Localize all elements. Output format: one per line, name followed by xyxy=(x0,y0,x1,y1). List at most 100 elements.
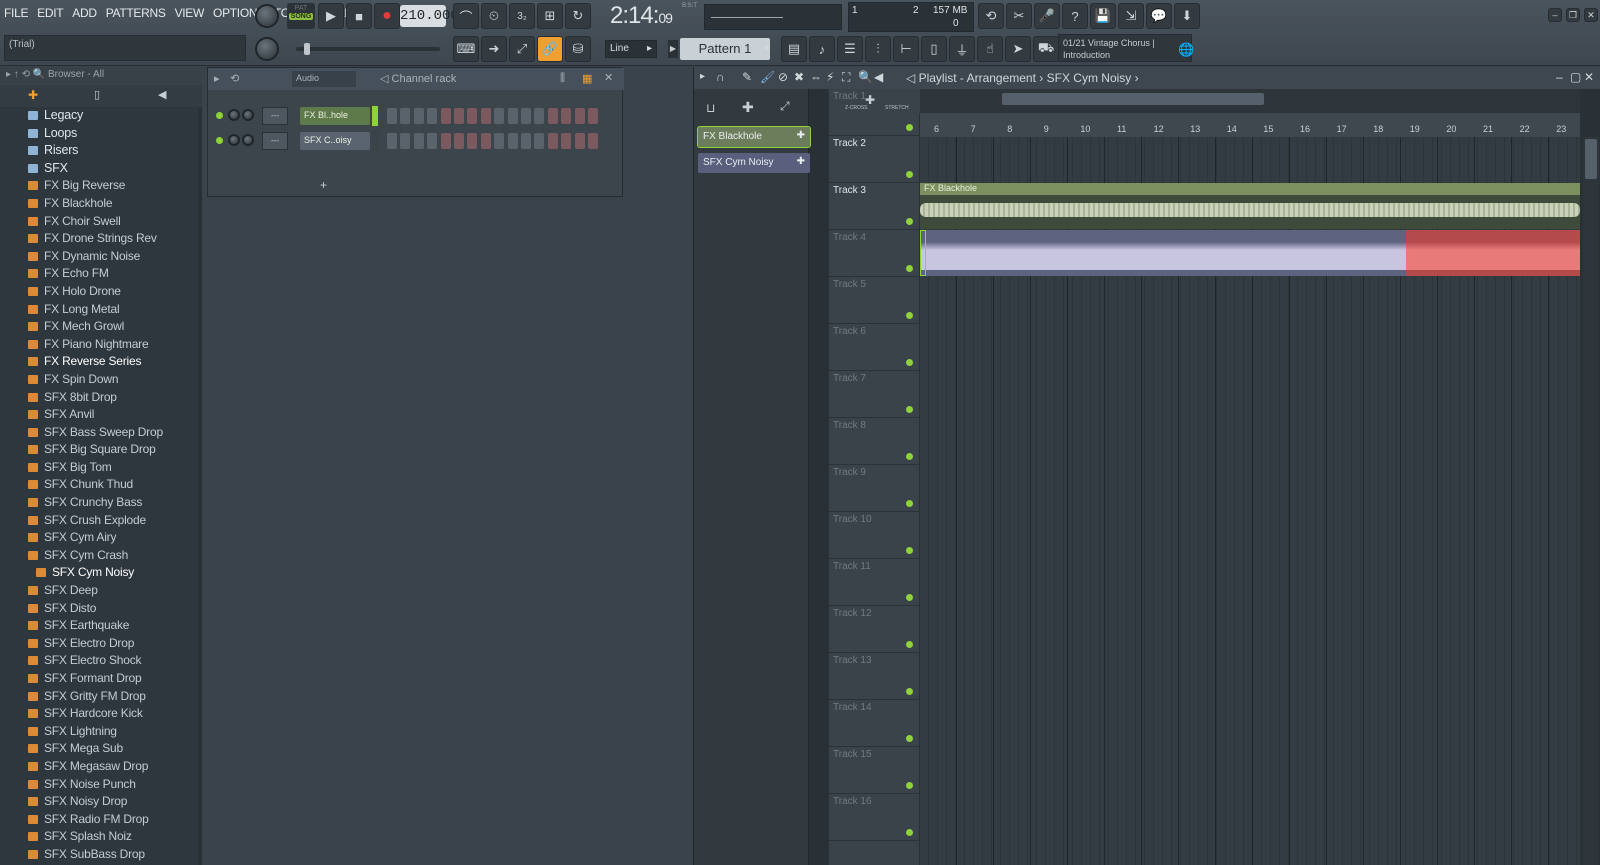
mute-icon[interactable]: ✖ xyxy=(794,70,804,84)
browser-item[interactable]: FX Long Metal xyxy=(0,301,202,319)
track-mute-led[interactable] xyxy=(906,641,913,648)
track-mute-led[interactable] xyxy=(906,218,913,225)
browser-item[interactable]: SFX Crush Explode xyxy=(0,512,202,530)
track-header[interactable]: Track 8 xyxy=(829,418,919,465)
track-mute-led[interactable] xyxy=(906,735,913,742)
select-icon[interactable]: ⛶ xyxy=(842,70,850,85)
track-mute-led[interactable] xyxy=(906,124,913,131)
step-button[interactable] xyxy=(440,108,451,124)
playback-icon[interactable]: ◀ xyxy=(874,70,883,84)
browser-item[interactable]: FX Dynamic Noise xyxy=(0,248,202,266)
browser-item[interactable]: SFX Cym Airy xyxy=(0,529,202,547)
step-button[interactable] xyxy=(561,108,572,124)
pencil-icon[interactable]: ✎ xyxy=(742,70,752,84)
channel-select-indicator[interactable] xyxy=(372,106,378,126)
channel-led[interactable] xyxy=(216,137,223,144)
track-header[interactable]: Track 16 xyxy=(829,794,919,841)
pattern-picker-item[interactable]: FX Blackhole ✚ xyxy=(697,126,811,148)
track-mute-led[interactable] xyxy=(906,453,913,460)
browser-item[interactable]: SFX SubBass Drop xyxy=(0,846,202,864)
maximize-icon[interactable]: ❐ xyxy=(1566,8,1580,22)
track-header[interactable]: Track 6 xyxy=(829,324,919,371)
graph-icon[interactable]: ⫼ xyxy=(560,72,565,85)
track-header[interactable]: Track 4 xyxy=(829,230,919,277)
step-button[interactable] xyxy=(427,108,438,124)
channel-volume-knob[interactable] xyxy=(242,134,254,146)
vertical-scrollbar[interactable] xyxy=(1583,137,1599,865)
browser-folder[interactable]: SFX xyxy=(0,160,202,178)
minimize-icon[interactable]: – xyxy=(1548,8,1562,22)
metronome-button[interactable]: ⌒ xyxy=(453,3,479,29)
picker-pattern-icon[interactable]: ⊔ xyxy=(706,101,715,115)
browser-item[interactable]: SFX Bass Sweep Drop xyxy=(0,424,202,442)
step-button[interactable] xyxy=(454,133,464,149)
slide-tool-button[interactable]: ⤢ xyxy=(509,36,535,62)
plugin-button[interactable]: ⏚ xyxy=(949,36,975,62)
browser-item[interactable]: SFX Lightning xyxy=(0,723,202,741)
step-button[interactable] xyxy=(480,133,491,149)
track-header[interactable]: Track 2 xyxy=(829,136,919,183)
browser-item[interactable]: FX Mech Growl xyxy=(0,318,202,336)
track-header[interactable]: Track 10 xyxy=(829,512,919,559)
track-mute-led[interactable] xyxy=(906,782,913,789)
channel-name-button[interactable]: FX Bl..hole xyxy=(300,107,370,125)
master-pitch-slider[interactable] xyxy=(296,43,440,55)
channel-pan-knob[interactable] xyxy=(228,134,240,146)
browser-item[interactable]: SFX Electro Shock xyxy=(0,652,202,670)
delete-icon[interactable]: ⊘ xyxy=(778,70,788,84)
step-button[interactable] xyxy=(574,108,585,124)
browser-view-button[interactable]: ▯ xyxy=(921,36,947,62)
playlist-view-button[interactable]: ▤ xyxy=(781,36,807,62)
pattern-prev-icon[interactable]: ▶ xyxy=(668,40,678,58)
mixer-view-button[interactable]: ⫶ xyxy=(865,36,891,62)
brush-icon[interactable]: 🖌 xyxy=(760,70,775,84)
save-button[interactable]: 💾 xyxy=(1090,3,1116,29)
stop-button[interactable]: ■ xyxy=(346,3,372,29)
loop-record-button[interactable]: ↻ xyxy=(565,3,591,29)
pl-minimize-icon[interactable]: – xyxy=(1556,70,1563,84)
browser-item[interactable]: SFX Splash Noiz xyxy=(0,828,202,846)
countdown-button[interactable]: 3₂ xyxy=(509,3,535,29)
slip-icon[interactable]: ⇔ xyxy=(810,70,822,84)
browser-item[interactable]: SFX Chunk Thud xyxy=(0,476,202,494)
browser-item[interactable]: FX Holo Drone xyxy=(0,283,202,301)
track-header[interactable]: Track 7 xyxy=(829,371,919,418)
browser-nav-icon[interactable]: ▸ ↑ ⟲ 🔍 xyxy=(6,69,48,80)
cut-button[interactable]: ✂ xyxy=(1006,3,1032,29)
render-button[interactable]: ⇲ xyxy=(1118,3,1144,29)
browser-scrollbar[interactable] xyxy=(198,109,202,865)
track-mute-led[interactable] xyxy=(906,171,913,178)
step-button[interactable] xyxy=(440,133,451,149)
browser-item[interactable]: SFX 8bit Drop xyxy=(0,389,202,407)
track-header[interactable]: Track 12 xyxy=(829,606,919,653)
browser-item[interactable]: SFX Big Square Drop xyxy=(0,441,202,459)
undo-history-button[interactable]: ⟲ xyxy=(978,3,1004,29)
step-button[interactable] xyxy=(427,133,438,149)
group-select[interactable]: Audio xyxy=(292,71,356,87)
pattern-selector[interactable]: Pattern 1 xyxy=(680,38,770,60)
channel-led[interactable] xyxy=(216,112,223,119)
vscroll-thumb[interactable] xyxy=(1585,139,1597,179)
globe-icon[interactable]: 🌐 xyxy=(1178,42,1194,58)
rack-undo-icon[interactable]: ⟲ xyxy=(230,72,239,85)
stamp-button[interactable]: ⛁ xyxy=(565,36,591,62)
tempo-display[interactable]: 210.000 xyxy=(400,5,459,27)
step-button[interactable] xyxy=(534,133,545,149)
channel-volume-knob[interactable] xyxy=(242,109,254,121)
timeline-ruler[interactable]: 6 7 8 9 10 11 12 13 14 15 16 17 18 19 20 21 22 23 xyxy=(920,113,1580,137)
step-button[interactable] xyxy=(588,133,598,149)
browser-star-icon[interactable]: ✚ xyxy=(28,88,38,102)
step-button[interactable] xyxy=(507,108,518,124)
browser-item[interactable]: SFX Disto xyxy=(0,600,202,618)
browser-item[interactable]: FX Drone Strings Rev xyxy=(0,230,202,248)
download-button[interactable]: ⬇ xyxy=(1174,3,1200,29)
menu-add[interactable]: ADD xyxy=(72,6,97,20)
step-button[interactable] xyxy=(494,108,505,124)
master-volume-knob[interactable] xyxy=(255,4,279,28)
clip-fx-blackhole[interactable]: FX Blackhole xyxy=(920,183,1580,229)
touch-controller-button[interactable]: ☝ xyxy=(977,36,1003,62)
track-mute-led[interactable] xyxy=(906,312,913,319)
mixer-track-select[interactable]: --- xyxy=(262,107,288,125)
typing-keyboard-button[interactable]: ⌨ xyxy=(453,36,479,62)
horizontal-scrollbar[interactable] xyxy=(920,89,1580,113)
